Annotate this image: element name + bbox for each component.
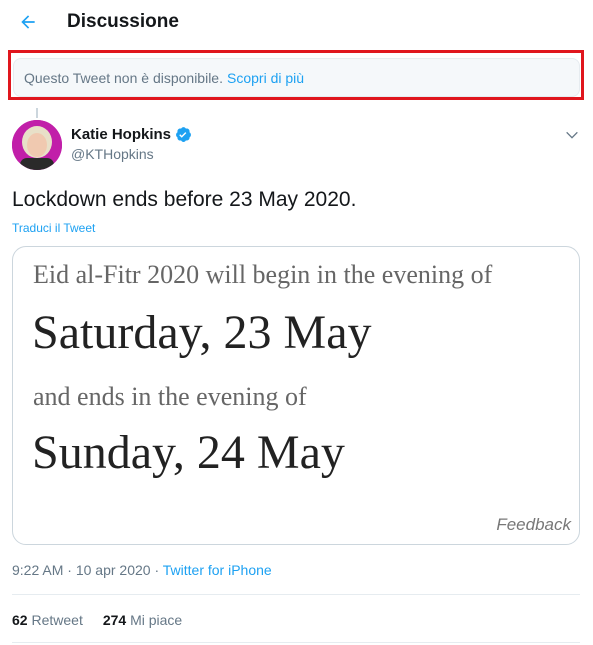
tweet-media-image[interactable]: Eid al-Fitr 2020 will begin in the eveni…: [12, 246, 580, 545]
author-name[interactable]: Katie Hopkins: [71, 126, 192, 143]
tweet-date[interactable]: 10 apr 2020: [76, 562, 151, 578]
retweets-count: 62: [12, 612, 32, 628]
media-date-2: Sunday, 24 May: [32, 426, 345, 479]
media-feedback-label: Feedback: [496, 515, 571, 534]
avatar[interactable]: [12, 120, 62, 170]
tweet-stats: 62 Retweet 274 Mi piace: [12, 612, 202, 628]
tweet-time[interactable]: 9:22 AM: [12, 562, 63, 578]
retweets-stat[interactable]: 62 Retweet: [12, 612, 83, 628]
translate-tweet-link[interactable]: Traduci il Tweet: [12, 221, 95, 235]
unavailable-tweet-notice: Questo Tweet non è disponibile. Scopri d…: [13, 58, 580, 97]
chevron-down-icon: [566, 131, 578, 139]
more-options-button[interactable]: [561, 124, 583, 146]
tweet-text: Lockdown ends before 23 May 2020.: [12, 188, 357, 211]
divider: [12, 642, 580, 643]
verified-badge-icon: [175, 126, 192, 143]
thread-connector: [36, 108, 38, 118]
author-handle[interactable]: @KTHopkins: [71, 146, 154, 162]
likes-label: Mi piace: [130, 612, 183, 628]
divider: [12, 594, 580, 595]
arrow-left-icon: [21, 15, 35, 29]
retweets-label: Retweet: [31, 612, 83, 628]
unavailable-text: Questo Tweet non è disponibile.: [24, 69, 223, 86]
media-date-1: Saturday, 23 May: [32, 306, 372, 359]
media-line-2: and ends in the evening of: [33, 382, 307, 411]
tweet-source-link[interactable]: Twitter for iPhone: [163, 562, 272, 578]
back-button[interactable]: [14, 8, 42, 36]
header-bar: Discussione: [0, 0, 593, 46]
learn-more-link[interactable]: Scopri di più: [227, 70, 304, 86]
media-line-1: Eid al-Fitr 2020 will begin in the eveni…: [33, 260, 493, 289]
tweet-meta: 9:22 AM · 10 apr 2020 · Twitter for iPho…: [12, 562, 272, 578]
meta-separator: ·: [63, 562, 76, 578]
likes-count: 274: [102, 612, 131, 628]
page-title: Discussione: [67, 11, 179, 32]
meta-separator-2: ·: [150, 562, 163, 578]
author-name-text: Katie Hopkins: [71, 126, 172, 143]
likes-stat[interactable]: 274 Mi piace: [103, 612, 182, 628]
